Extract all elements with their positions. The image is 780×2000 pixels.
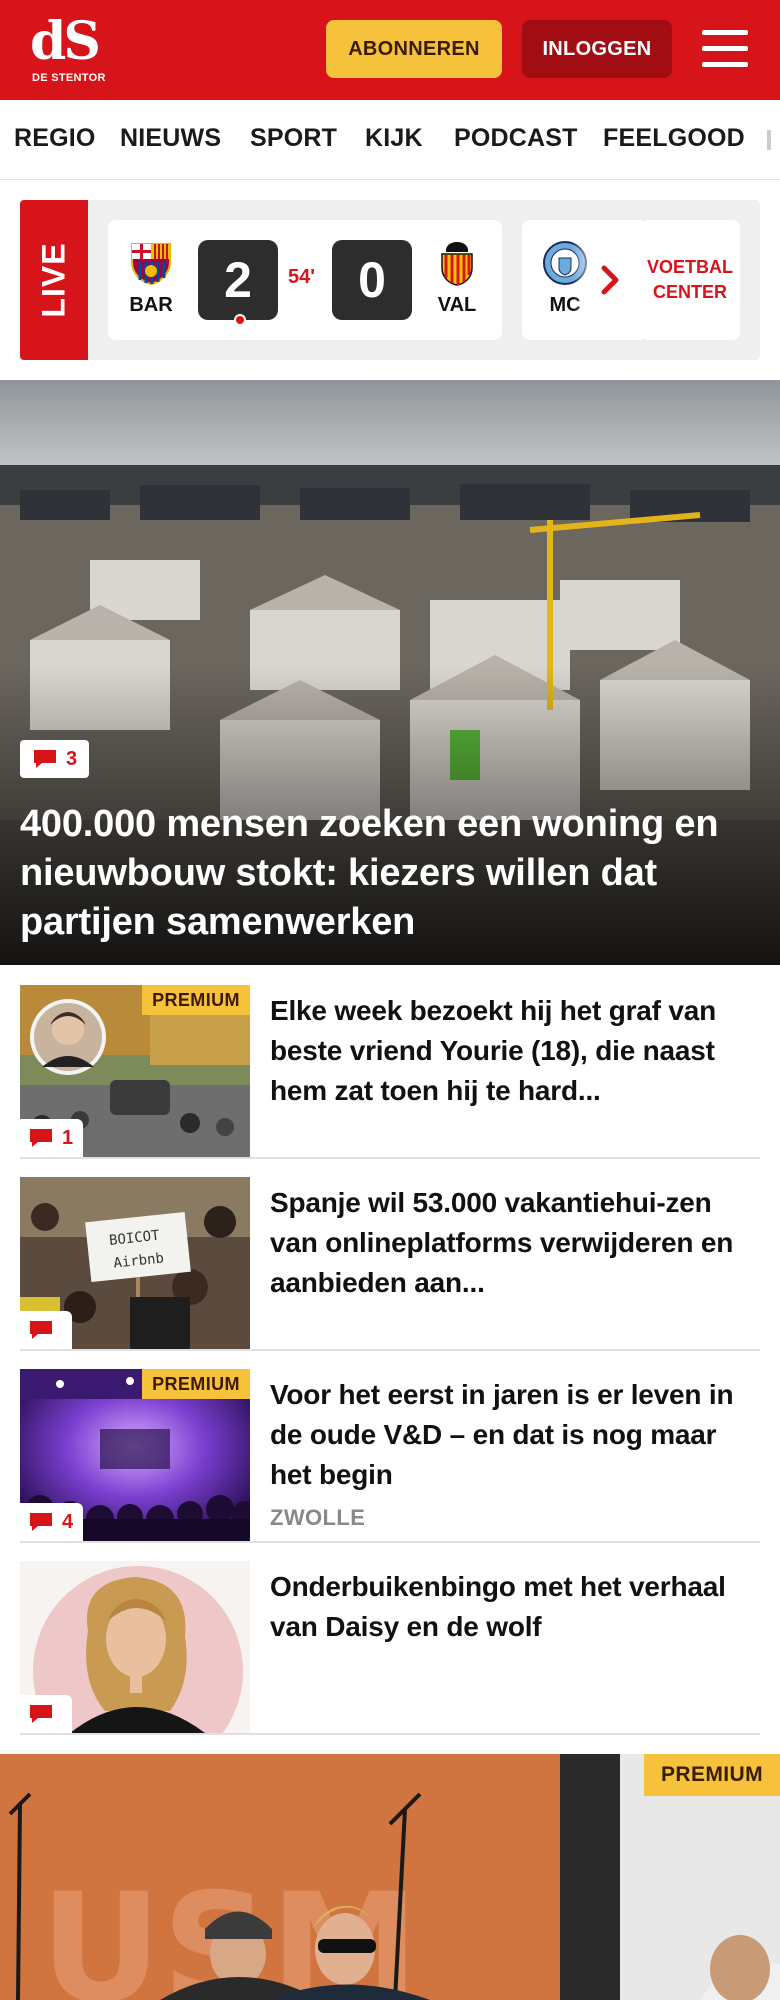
article-comment-count[interactable]: 1 [20,1119,84,1157]
hamburger-menu-icon[interactable] [700,26,750,72]
chevron-right-icon[interactable] [592,262,628,298]
away-score-value: 0 [358,252,386,308]
match-minute: 54' [288,266,316,288]
article-title[interactable]: Spanje wil 53.000 vakantiehui-zen van on… [270,1183,750,1303]
list-item[interactable]: BOICOT Airbnb Spanje wil 53.000 vakantie… [20,1177,760,1351]
list-item[interactable]: Onderbuikenbingo met het verhaal van Dai… [20,1561,760,1735]
live-scoreboard: LIVE BAR 2 54' 0 VAL MC VOETBAL CENTER [20,200,760,360]
comment-icon [30,1513,52,1531]
home-score-value: 2 [224,252,252,308]
article-title[interactable]: Onderbuikenbingo met het verhaal van Dai… [270,1567,750,1647]
comment-icon [30,1129,52,1147]
article-thumbnail [20,1561,250,1733]
article-region[interactable]: ZWOLLE [270,1505,365,1531]
article-comment-count[interactable] [20,1695,72,1733]
list-item[interactable]: PREMIUM 4 Voor het eerst in jaren is er … [20,1369,760,1543]
nav-item-feelgood[interactable]: FEELGOOD [603,124,745,153]
hero-article[interactable]: 3 400.000 mensen zoeken een woning en ni… [0,380,780,965]
article-title[interactable]: Voor het eerst in jaren is er leven in d… [270,1375,750,1495]
logo[interactable]: dS DE STENTOR [30,14,110,88]
away-team-name: VAL [437,294,477,316]
barcelona-crest-icon [131,243,171,286]
nav-item-kijk[interactable]: KIJK [365,124,423,153]
logo-subtitle: DE STENTOR [32,72,106,84]
logo-mark: dS [30,11,101,72]
login-button[interactable]: INLOGGEN [522,20,672,78]
comment-icon [30,1705,52,1723]
article-comment-value: 1 [62,1126,74,1149]
article-comment-value: 4 [62,1510,74,1533]
hero-comment-count[interactable]: 3 [20,740,90,778]
section-nav: REGIO NIEUWS SPORT KIJK PODCAST FEELGOOD [0,100,780,180]
away-score: 0 [332,240,412,320]
hero-comment-value: 3 [66,747,78,770]
article-comment-count[interactable] [20,1311,72,1349]
subscribe-button[interactable]: ABONNEREN [326,20,502,78]
premium-badge: PREMIUM [644,1754,780,1796]
valencia-crest-icon [441,242,473,286]
featured-article[interactable]: USM PREMIUM [0,1754,780,2000]
list-item[interactable]: PREMIUM 1 Elke week bezoekt hij het graf… [20,985,760,1159]
live-tag: LIVE [20,200,88,360]
nav-item-sport[interactable]: SPORT [250,124,337,153]
live-indicator-dot [234,314,246,326]
site-header: dS DE STENTOR ABONNEREN INLOGGEN [0,0,780,100]
comment-icon [34,750,56,768]
article-title[interactable]: Elke week bezoekt hij het graf van beste… [270,991,750,1111]
voetbal-center-link[interactable]: VOETBAL CENTER [640,220,740,340]
home-score: 2 [198,240,278,326]
article-thumbnail: PREMIUM 4 [20,1369,250,1541]
home-team-name: BAR [129,294,173,316]
nav-item-regio[interactable]: REGIO [14,124,96,153]
nav-item-podcast[interactable]: PODCAST [454,124,578,153]
article-thumbnail: BOICOT Airbnb [20,1177,250,1349]
premium-badge: PREMIUM [142,985,250,1015]
article-comment-count[interactable]: 4 [20,1503,84,1541]
live-label: LIVE [35,242,72,318]
nav-overflow-hint [767,130,771,150]
nav-item-nieuws[interactable]: NIEUWS [120,124,221,153]
hero-title[interactable]: 400.000 mensen zoeken een woning en nieu… [20,800,740,947]
comment-icon [30,1321,52,1339]
premium-badge: PREMIUM [142,1369,250,1399]
match-card[interactable]: BAR 2 54' 0 VAL [108,220,502,340]
article-thumbnail: PREMIUM 1 [20,985,250,1157]
